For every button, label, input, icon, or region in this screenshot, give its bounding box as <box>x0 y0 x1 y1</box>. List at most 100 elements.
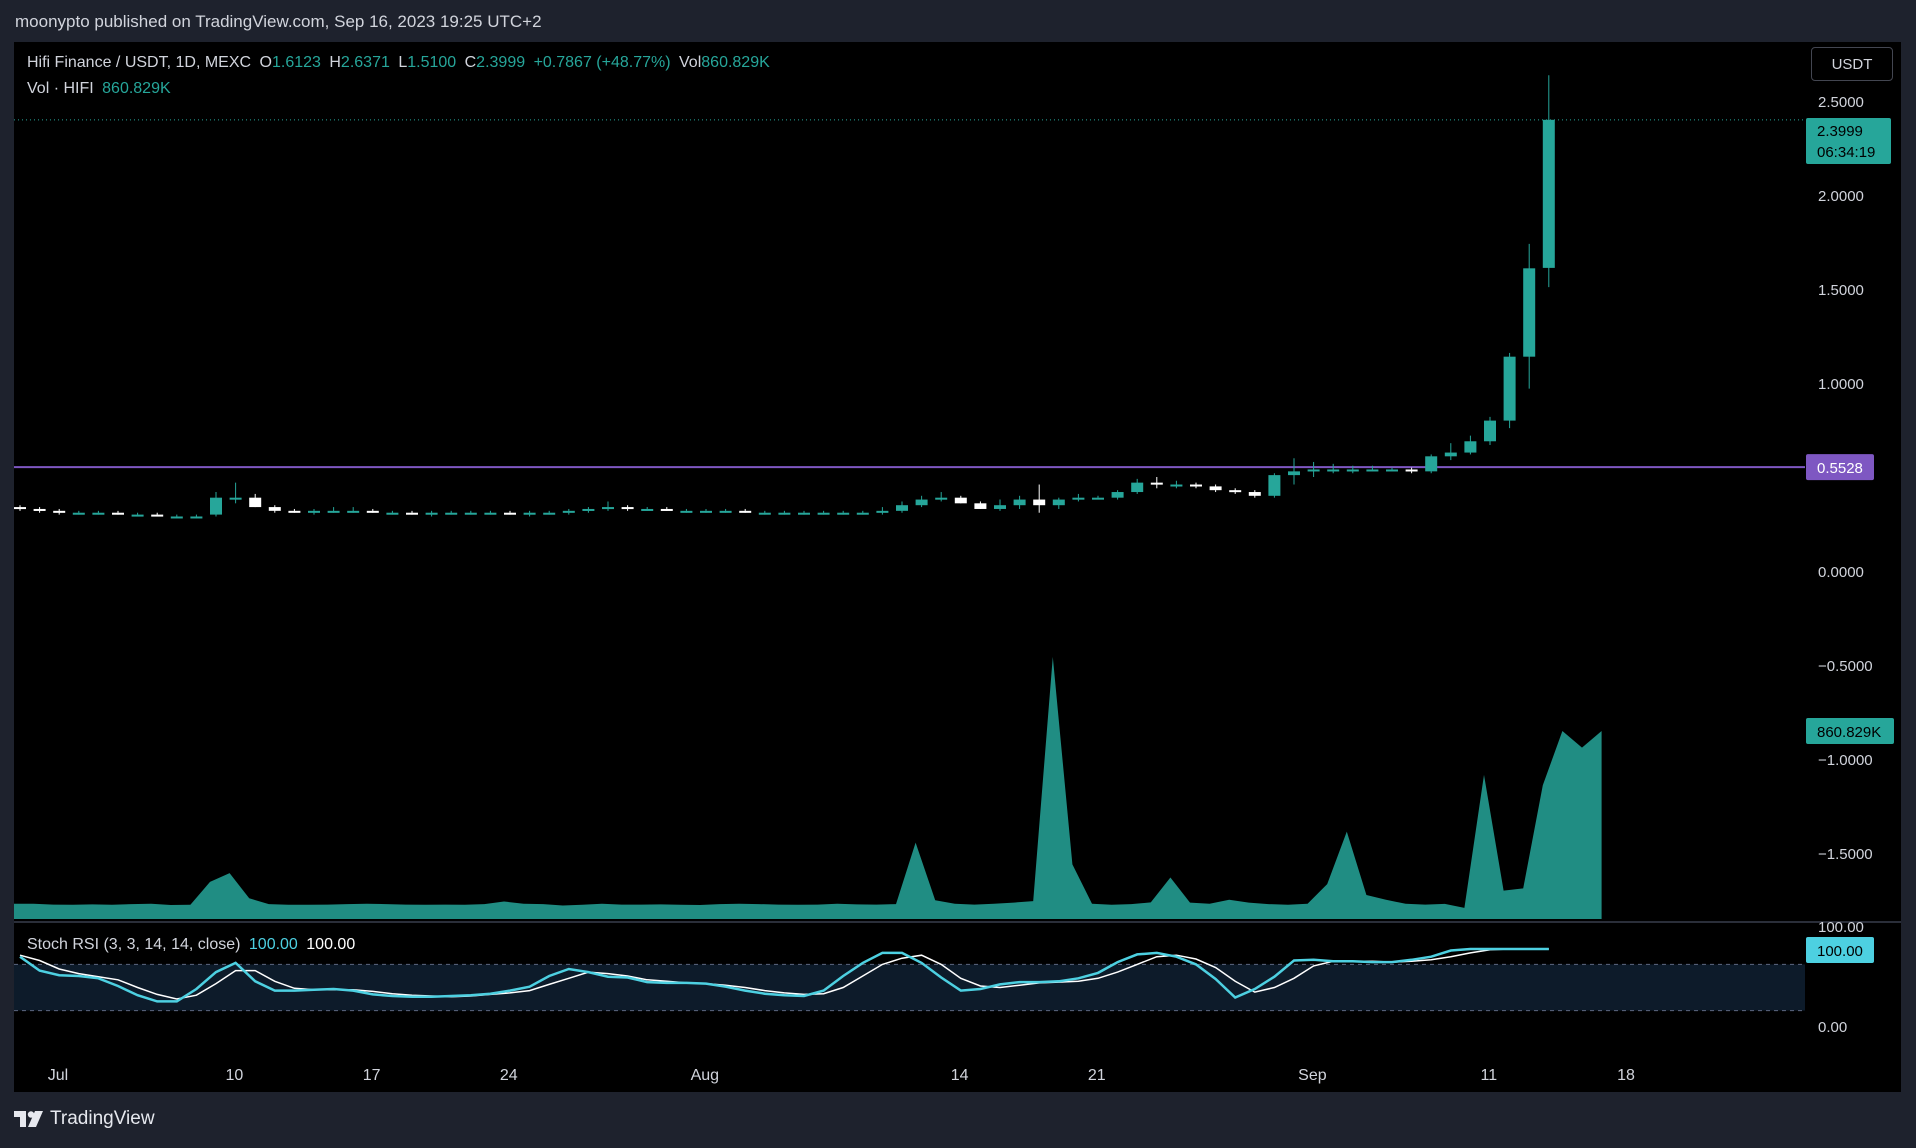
time-tick-label: Aug <box>691 1067 719 1084</box>
candle-body <box>641 508 654 511</box>
candle-body <box>1033 499 1046 506</box>
time-tick-label: 18 <box>1617 1067 1635 1084</box>
candle-body <box>1248 492 1261 496</box>
stoch-d-value: 100.00 <box>306 936 356 953</box>
close-value: 2.3999 <box>476 54 526 71</box>
price-tick-label: −0.5000 <box>1818 658 1873 675</box>
candle-body <box>582 508 595 511</box>
time-tick-label: 10 <box>226 1067 244 1084</box>
candle-body <box>327 510 340 513</box>
candle-body <box>1484 420 1496 442</box>
candle-body <box>406 512 418 515</box>
candle-body <box>484 512 497 515</box>
candle-body <box>1542 119 1555 268</box>
time-tick-label: 24 <box>500 1067 518 1084</box>
price-tick-label: 0.0000 <box>1818 564 1864 581</box>
candle-body <box>523 512 536 515</box>
stoch-legend[interactable]: Stoch RSI (3, 3, 14, 14, close) 100.00 1… <box>27 936 359 954</box>
volume-series-label: Vol · HIFI <box>27 80 94 97</box>
price-tick-label: −1.5000 <box>1818 846 1873 863</box>
candle-body <box>1190 484 1202 487</box>
volume-legend[interactable]: Vol · HIFI 860.829K <box>27 80 175 98</box>
stoch-axis-tag-value: 100.00 <box>1817 943 1863 960</box>
candle-body <box>1503 356 1516 421</box>
candle-body <box>210 497 222 515</box>
candle-body <box>719 510 732 513</box>
candle-body <box>994 505 1006 509</box>
candle-body <box>1072 497 1085 500</box>
candle-body <box>151 514 164 517</box>
candle-body <box>700 510 712 513</box>
candle-body <box>739 510 752 513</box>
volume-area-path <box>14 656 1602 919</box>
time-axis: Jul 10 17 24 Aug 14 21 Sep 11 18 <box>48 1067 1635 1084</box>
ohlc-legend: Hifi Finance / USDT, 1D, MEXC O1.6123 H2… <box>27 54 774 72</box>
open-value: 1.6123 <box>271 54 321 71</box>
candle-body <box>562 510 575 513</box>
currency-button[interactable]: USDT <box>1811 47 1893 81</box>
close-label: C <box>464 54 477 71</box>
vol-value: 860.829K <box>701 54 770 71</box>
candle-body <box>92 512 105 515</box>
chart-canvas[interactable]: 2.5000 2.0000 1.5000 1.0000 0.0000 −0.5000 −1.… <box>0 0 1916 1148</box>
change-value: +0.7867 (+48.77%) <box>533 54 671 71</box>
candle-body <box>896 505 908 511</box>
candle-body <box>72 512 85 515</box>
candle-body <box>445 512 458 515</box>
candle-body <box>1405 469 1418 472</box>
candle-body <box>190 516 203 519</box>
candle-body <box>1013 499 1026 506</box>
low-label: L <box>398 54 408 71</box>
candle-body <box>602 507 614 510</box>
axis-tags: 2.3999 06:34:19 0.5528 860.829K 100.00 <box>1806 118 1894 963</box>
low-value: 1.5100 <box>407 54 457 71</box>
last-price-countdown: 06:34:19 <box>1817 144 1875 161</box>
volume-area <box>14 656 1602 919</box>
candle-body <box>817 512 830 515</box>
vol-label: Vol <box>679 54 702 71</box>
stoch-band <box>14 964 1805 1011</box>
high-label: H <box>329 54 341 71</box>
candle-body <box>347 510 360 513</box>
candle-body <box>1346 469 1359 472</box>
candle-body <box>856 512 869 515</box>
candle-body <box>543 512 556 515</box>
candle-body <box>464 512 477 515</box>
price-tick-label: 2.0000 <box>1818 188 1864 205</box>
stoch-axis-top-label: 100.00 <box>1818 919 1864 936</box>
time-tick-label: 17 <box>363 1067 381 1084</box>
candle-body <box>366 510 379 513</box>
candle-body <box>1229 490 1242 493</box>
symbol-title[interactable]: Hifi Finance / USDT, 1D, MEXC <box>27 54 251 71</box>
tradingview-brand[interactable]: TradingView <box>14 1108 155 1130</box>
candlestick-series <box>14 75 1555 519</box>
volume-series-value: 860.829K <box>102 80 171 97</box>
candle-body <box>1327 469 1340 472</box>
time-tick-label: Jul <box>48 1067 68 1084</box>
high-value: 2.6371 <box>340 54 390 71</box>
open-label: O <box>259 54 272 71</box>
candle-body <box>268 507 281 511</box>
candle-body <box>1288 471 1300 476</box>
candle-body <box>974 503 987 509</box>
time-tick-label: 14 <box>951 1067 969 1084</box>
candle-body <box>935 497 948 500</box>
candle-body <box>1092 497 1104 500</box>
candle-body <box>1464 441 1477 453</box>
tradingview-logo-icon <box>14 1111 43 1127</box>
candle-body <box>1386 469 1398 472</box>
time-tick-label: 21 <box>1088 1067 1106 1084</box>
time-tick-label: Sep <box>1298 1067 1327 1084</box>
candle-body <box>1111 492 1124 498</box>
candle-body <box>778 512 791 515</box>
candle-body <box>170 516 183 519</box>
candle-body <box>660 508 673 511</box>
brand-name: TradingView <box>50 1108 155 1129</box>
candle-body <box>758 512 771 515</box>
candle-body <box>798 512 810 515</box>
time-tick-label: 11 <box>1480 1067 1497 1084</box>
candle-body <box>504 512 516 515</box>
candle-body <box>1425 456 1438 472</box>
stoch-k-value: 100.00 <box>248 936 298 953</box>
candle-body <box>1131 482 1144 493</box>
